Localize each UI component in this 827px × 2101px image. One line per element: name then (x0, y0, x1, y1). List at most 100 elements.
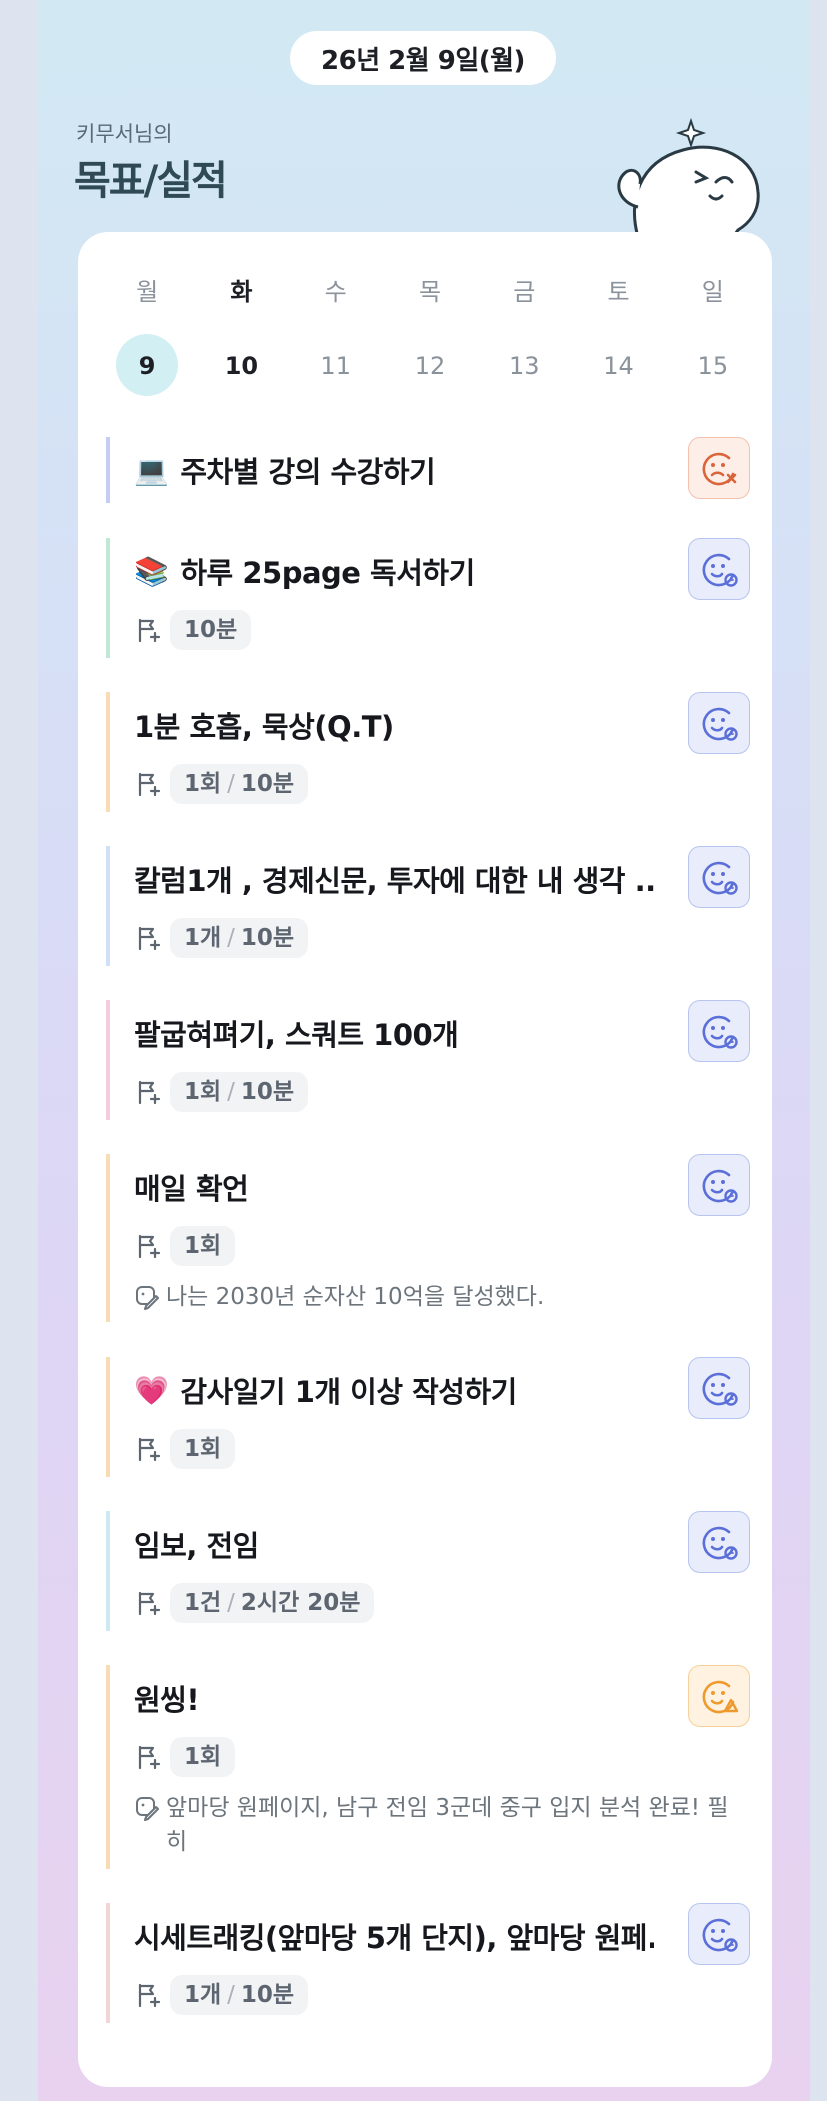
task-title: 팔굽혀펴기, 스쿼트 100개 (134, 1012, 654, 1054)
task-note: 앞마당 원페이지, 남구 전임 3군데 중구 입지 분석 완료! 필히 (134, 1791, 734, 1859)
goal-card: 월 화 수 목 금 토 일 9 10 11 12 13 14 15 💻 주차별 강의 수강하기 📚 하루 25… (78, 232, 772, 2087)
day-button[interactable]: 10 (194, 334, 288, 398)
weekday-label: 목 (418, 278, 442, 306)
task-item[interactable]: 📚 하루 25page 독서하기 10분 (106, 538, 750, 658)
task-title: 임보, 전임 (134, 1523, 654, 1565)
task-title-text: 1분 호흡, 묵상(Q.T) (134, 710, 394, 744)
target-count: 1회 (184, 1436, 222, 1462)
task-note: 나는 2030년 순자산 10억을 달성했다. (134, 1280, 734, 1314)
task-item[interactable]: 💻 주차별 강의 수강하기 (106, 437, 750, 503)
status-button[interactable] (688, 437, 750, 499)
flag-plus-icon (138, 1745, 161, 1770)
task-target-row: 1회 (134, 1226, 236, 1266)
task-item[interactable]: 1분 호흡, 묵상(Q.T) 1회/10분 (106, 692, 750, 812)
status-button[interactable] (688, 1154, 750, 1216)
date-selector[interactable]: 26년 2월 9일(월) (290, 31, 556, 85)
task-item[interactable]: 임보, 전임 1건/2시간 20분 (106, 1511, 750, 1631)
task-target-badge: 1회 (170, 1429, 236, 1469)
target-time: 2시간 20분 (240, 1590, 361, 1616)
smile-clock-icon (702, 1918, 738, 1952)
target-time: 10분 (240, 925, 295, 951)
target-count: 1개 (184, 925, 222, 951)
task-target-badge: 1회 (170, 1226, 236, 1266)
task-item[interactable]: 매일 확언 1회나는 2030년 순자산 10억을 달성했다. (106, 1154, 750, 1322)
task-item[interactable]: 원씽! 1회앞마당 원페이지, 남구 전임 3군데 중구 입지 분석 완료! 필히 (106, 1665, 750, 1869)
day-button[interactable]: 15 (666, 334, 760, 398)
target-time: 10분 (240, 1079, 295, 1105)
badge-separator: / (227, 1079, 235, 1105)
sad-x-icon (702, 452, 737, 486)
task-item[interactable]: 💗 감사일기 1개 이상 작성하기 1회 (106, 1357, 750, 1477)
status-button[interactable] (688, 1665, 750, 1727)
task-title: 매일 확언 (134, 1166, 654, 1208)
task-title: 💻 주차별 강의 수강하기 (134, 449, 654, 491)
task-target-badge: 1회/10분 (170, 764, 309, 804)
day-number: 9 (138, 352, 156, 380)
weekday-label: 월 (136, 278, 159, 306)
status-button[interactable] (688, 1903, 750, 1965)
flag-plus-icon (138, 772, 161, 797)
target-time: 10분 (240, 1982, 295, 2008)
owner-label: 키무서님의 (76, 122, 173, 146)
task-title-text: 주차별 강의 수강하기 (180, 455, 436, 489)
status-button[interactable] (688, 1000, 750, 1062)
task-note-text: 앞마당 원페이지, 남구 전임 3군데 중구 입지 분석 완료! 필히 (166, 1795, 729, 1855)
target-count: 1건 (184, 1590, 222, 1616)
status-button[interactable] (688, 1357, 750, 1419)
task-title: 원씽! (134, 1677, 654, 1719)
task-title-text: 팔굽혀펴기, 스쿼트 100개 (134, 1018, 459, 1052)
day-button[interactable]: 14 (571, 334, 665, 398)
task-target-badge: 10분 (170, 610, 252, 650)
weekday-label: 수 (324, 278, 347, 306)
day-number: 14 (603, 352, 634, 380)
day-button[interactable]: 9 (100, 334, 194, 398)
weekday-label: 토 (607, 278, 630, 306)
day-button[interactable]: 11 (289, 334, 383, 398)
target-time: 10분 (240, 771, 295, 797)
memo-edit-icon (136, 1797, 159, 1821)
day-number: 11 (320, 352, 351, 380)
flag-plus-icon (138, 1234, 161, 1259)
day-number: 13 (508, 352, 540, 380)
target-count: 1개 (184, 1982, 222, 2008)
task-target-badge: 1건/2시간 20분 (170, 1583, 375, 1623)
task-emoji: 💻 (134, 453, 169, 487)
smile-clock-icon (702, 861, 738, 895)
status-button[interactable] (688, 1511, 750, 1573)
memo-edit-icon (136, 1286, 159, 1310)
smile-clock-icon (702, 1015, 738, 1049)
page-title: 목표/실적 (74, 158, 228, 204)
task-title-text: 감사일기 1개 이상 작성하기 (180, 1375, 517, 1409)
task-target-row: 10분 (134, 610, 252, 650)
task-target-badge: 1개/10분 (170, 1975, 309, 2015)
task-target-row: 1회 (134, 1429, 236, 1469)
status-button[interactable] (688, 538, 750, 600)
task-title: 시세트래킹(앞마당 5개 단지), 앞마당 원페... (134, 1915, 654, 1957)
badge-separator: / (227, 1982, 235, 2008)
task-title-text: 하루 25page 독서하기 (180, 556, 475, 590)
task-item[interactable]: 팔굽혀펴기, 스쿼트 100개 1회/10분 (106, 1000, 750, 1120)
day-button[interactable]: 13 (477, 334, 571, 398)
task-target-row: 1회/10분 (134, 1072, 309, 1112)
smile-clock-icon (702, 1372, 738, 1406)
task-title: 💗 감사일기 1개 이상 작성하기 (134, 1369, 654, 1411)
task-target-row: 1건/2시간 20분 (134, 1583, 375, 1623)
flag-plus-icon (138, 1983, 161, 2008)
flag-plus-icon (138, 1080, 161, 1105)
task-target-badge: 1개/10분 (170, 918, 309, 958)
task-item[interactable]: 시세트래킹(앞마당 5개 단지), 앞마당 원페... 1개/10분 (106, 1903, 750, 2023)
flag-plus-icon (138, 1437, 161, 1462)
status-button[interactable] (688, 692, 750, 754)
task-item[interactable]: 칼럼1개 , 경제신문, 투자에 대한 내 생각 ... 1개/10분 (106, 846, 750, 966)
flag-plus-icon (138, 926, 161, 951)
day-number-row: 9 10 11 12 13 14 15 (100, 334, 760, 398)
status-button[interactable] (688, 846, 750, 908)
mascot-illustration (617, 117, 760, 237)
weekday-label: 일 (701, 278, 724, 306)
target-count: 1회 (184, 1744, 222, 1770)
day-button[interactable]: 12 (383, 334, 477, 398)
target-count: 1회 (184, 1079, 222, 1105)
badge-separator: / (227, 925, 235, 951)
task-target-badge: 1회/10분 (170, 1072, 309, 1112)
weekday-row: 월화수목금토일 (100, 272, 760, 312)
